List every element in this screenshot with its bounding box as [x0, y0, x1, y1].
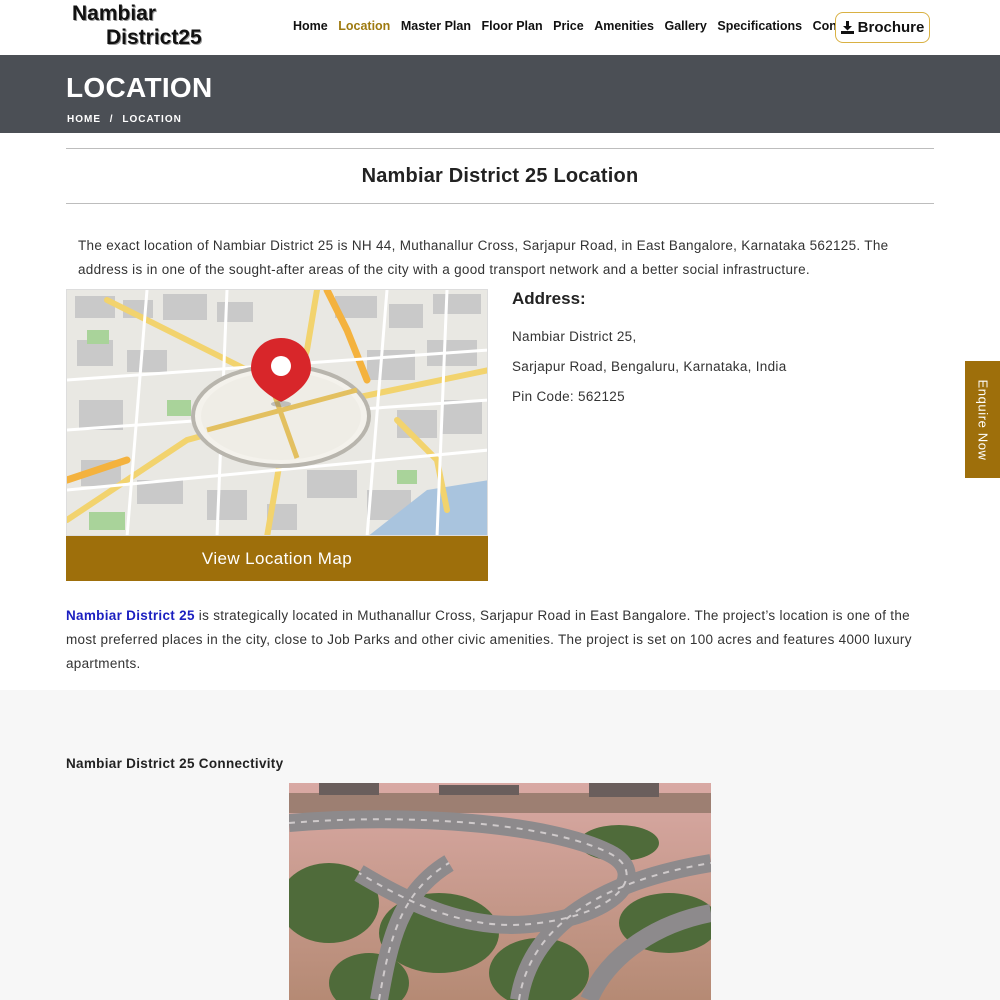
location-map-image[interactable] [66, 289, 488, 536]
nav-price[interactable]: Price [553, 19, 584, 33]
brand-link[interactable]: Nambiar District 25 [66, 608, 195, 623]
nav-gallery[interactable]: Gallery [664, 19, 706, 33]
nav-amenities[interactable]: Amenities [594, 19, 654, 33]
section-title: Nambiar District 25 Location [361, 165, 639, 187]
intro-paragraph: The exact location of Nambiar District 2… [78, 238, 889, 277]
address-line-1: Nambiar District 25, [512, 329, 637, 344]
nav-master-plan[interactable]: Master Plan [401, 19, 471, 33]
nav-specifications[interactable]: Specifications [717, 19, 802, 33]
title-rule-bottom [66, 203, 934, 204]
page-banner: LOCATION HOME / LOCATION [0, 55, 1000, 133]
address-line-3: Pin Code: 562125 [512, 389, 625, 404]
page-title: LOCATION [66, 72, 213, 103]
connectivity-image [289, 783, 711, 1000]
main-nav: Home Location Master Plan Floor Plan Pri… [293, 19, 870, 33]
address-heading: Address: [512, 289, 586, 308]
brochure-label: Brochure [857, 19, 925, 36]
connectivity-title: Nambiar District 25 Connectivity [66, 756, 284, 771]
breadcrumb: HOME / LOCATION [67, 114, 187, 125]
nav-location[interactable]: Location [338, 19, 390, 33]
enquire-now-label: Enquire Now [975, 378, 990, 461]
site-header: Nambiar District25 Home Location Master … [0, 0, 1000, 55]
breadcrumb-separator: / [109, 114, 114, 125]
summary-paragraph: Nambiar District 25 is strategically loc… [66, 604, 936, 676]
logo-line-2: District25 [106, 26, 202, 49]
logo-line-1: Nambiar [72, 2, 157, 25]
breadcrumb-current: LOCATION [122, 114, 182, 125]
site-logo[interactable]: Nambiar District25 [72, 2, 222, 50]
download-icon [840, 21, 854, 34]
nav-home[interactable]: Home [293, 19, 328, 33]
title-rule-top [66, 148, 934, 149]
map-illustration [67, 290, 487, 535]
enquire-now-tab[interactable]: Enquire Now [965, 361, 1000, 478]
nav-floor-plan[interactable]: Floor Plan [482, 19, 543, 33]
address-line-2: Sarjapur Road, Bengaluru, Karnataka, Ind… [512, 359, 787, 374]
breadcrumb-home[interactable]: HOME [67, 114, 101, 125]
highway-illustration [289, 783, 711, 1000]
view-location-map-button[interactable]: View Location Map [66, 536, 488, 581]
brochure-button[interactable]: Brochure [835, 12, 930, 43]
